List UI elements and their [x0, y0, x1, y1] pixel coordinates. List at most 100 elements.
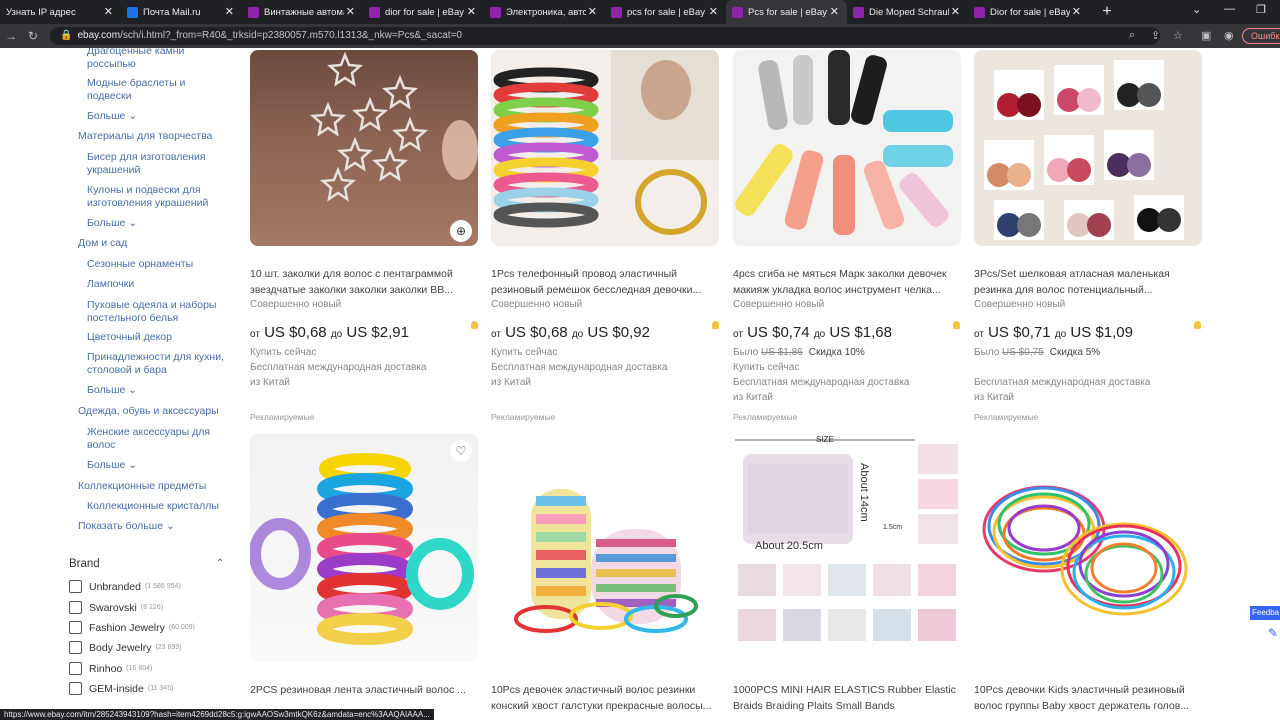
buy-now-label: Купить сейчас	[733, 362, 800, 373]
product-title[interactable]: 4pcs сгиба не мяться Марк заколки девоче…	[733, 266, 965, 298]
category-more-link[interactable]: Больше ⌄	[87, 459, 227, 472]
bookmark-star-icon[interactable]: ☆	[1173, 29, 1183, 42]
product-title[interactable]: 3Pcs/Set шелковая атласная маленькая рез…	[974, 266, 1206, 298]
browser-tab[interactable]: dior for sale | eBay ✕	[363, 0, 484, 24]
browser-tab[interactable]: Винтажные автоматы✕	[242, 0, 363, 24]
category-link[interactable]: Драгоценные камни россыпью	[87, 48, 227, 71]
forward-icon[interactable]: →	[0, 29, 22, 43]
product-image[interactable]	[250, 434, 478, 662]
about-width-label: About 20.5cm	[755, 540, 823, 552]
browser-tab[interactable]: Узнать IP адрес ✕	[0, 0, 121, 24]
category-link[interactable]: Женские аксессуары для волос	[87, 426, 222, 452]
error-button[interactable]: Ошибка	[1242, 28, 1280, 44]
browser-tab[interactable]: Pcs for sale | eBay ✕	[726, 0, 847, 24]
lightbulb-icon[interactable]	[1194, 321, 1201, 329]
category-link[interactable]: Пуховые одеяла и наборы постельного бель…	[87, 299, 227, 325]
lightbulb-icon[interactable]	[712, 321, 719, 329]
show-more-link[interactable]: Показать больше ⌄	[78, 520, 218, 533]
origin-label: из Китай	[974, 392, 1014, 403]
category-link[interactable]: Коллекционные предметы	[78, 480, 218, 493]
mini-elastics-image: SIZE About 14cm About 20.5cm 1.5cm	[735, 435, 958, 641]
share-icon[interactable]: ⇪	[1151, 29, 1160, 42]
brand-option[interactable]: Swarovski (6 226)	[69, 601, 163, 614]
category-link[interactable]: Кулоны и подвески для изготовления украш…	[87, 184, 217, 210]
brand-option[interactable]: Rinhoo (16 804)	[69, 662, 152, 675]
category-link[interactable]: Одежда, обувь и аксессуары	[78, 405, 233, 418]
lightbulb-icon[interactable]	[471, 321, 478, 329]
brand-count: (23 699)	[155, 644, 182, 651]
close-icon[interactable]: ✕	[709, 5, 718, 18]
product-price: от US $0,74 до US $1,68	[733, 324, 892, 341]
heart-icon[interactable]: ♡	[450, 440, 472, 462]
product-title[interactable]: 10 шт. заколки для волос с пентаграммой …	[250, 266, 482, 298]
origin-label: из Китай	[491, 377, 531, 388]
product-image[interactable]	[733, 50, 961, 246]
tab-title: Pcs for sale | eBay	[748, 6, 828, 18]
brand-filter-title[interactable]: Brand	[69, 558, 100, 570]
close-icon[interactable]: ✕	[346, 5, 355, 18]
reload-icon[interactable]: ↻	[22, 29, 44, 43]
product-title[interactable]: 1Pcs телефонный провод эластичный резино…	[491, 266, 723, 298]
close-icon[interactable]: ✕	[467, 5, 476, 18]
url-field[interactable]: 🔒 ebay.com/sch/i.html?_from=R40&_trksid=p…	[50, 27, 1160, 45]
checkbox[interactable]	[69, 662, 82, 675]
checkbox[interactable]	[69, 621, 82, 634]
product-image[interactable]	[974, 434, 1202, 662]
brand-option[interactable]: Unbranded (1 586 954)	[69, 580, 181, 593]
feedback-icon[interactable]: ✎	[1268, 626, 1278, 640]
close-icon[interactable]: ✕	[830, 5, 839, 18]
new-tab-button[interactable]: +	[1097, 3, 1117, 21]
browser-tab[interactable]: Die Moped Schrauber✕	[847, 0, 968, 24]
brand-option[interactable]: Body Jewelry (23 699)	[69, 641, 182, 654]
close-icon[interactable]: ✕	[1072, 5, 1081, 18]
category-link[interactable]: Дом и сад	[78, 237, 218, 250]
category-link[interactable]: Модные браслеты и подвески	[87, 77, 227, 103]
checkbox[interactable]	[69, 601, 82, 614]
brand-option[interactable]: GEM-inside (11 345)	[69, 682, 173, 695]
checkbox[interactable]	[69, 682, 82, 695]
brand-option[interactable]: Fashion Jewelry (60 009)	[69, 621, 195, 634]
product-title[interactable]: 2PCS резиновая лента эластичный волос ..…	[250, 682, 482, 698]
close-icon[interactable]: ✕	[588, 5, 597, 18]
minimize-icon[interactable]: —	[1224, 3, 1235, 15]
product-image[interactable]: SIZE About 14cm About 20.5cm 1.5cm	[733, 434, 961, 662]
maximize-icon[interactable]: ❐	[1256, 3, 1266, 16]
close-icon[interactable]: ✕	[225, 5, 234, 18]
product-image[interactable]	[491, 50, 719, 246]
checkbox[interactable]	[69, 580, 82, 593]
product-title[interactable]: 10Pcs девочек эластичный волос резинки к…	[491, 682, 723, 714]
product-title[interactable]: 1000PCS MINI HAIR ELASTICS Rubber Elasti…	[733, 682, 965, 714]
browser-tab[interactable]: pcs for sale | eBay ✕	[605, 0, 726, 24]
origin-label: из Китай	[733, 392, 773, 403]
product-image[interactable]	[974, 50, 1202, 246]
category-more-link[interactable]: Больше ⌄	[87, 384, 227, 397]
product-image[interactable]	[491, 434, 719, 662]
zoom-icon[interactable]: ⊕	[450, 220, 472, 242]
sidebar-icon[interactable]: ▣	[1201, 29, 1211, 42]
category-link[interactable]: Цветочный декор	[87, 331, 227, 344]
feedback-button[interactable]: Feedba	[1250, 606, 1280, 620]
profile-icon[interactable]: ◉	[1224, 29, 1234, 42]
category-more-link[interactable]: Больше ⌄	[87, 217, 227, 230]
browser-tab[interactable]: Электроника, автомо✕	[484, 0, 605, 24]
category-link[interactable]: Сезонные орнаменты	[87, 258, 227, 271]
category-more-link[interactable]: Больше ⌄	[87, 110, 227, 123]
browser-tab[interactable]: Почта Mail.ru ✕	[121, 0, 242, 24]
colorful-elastics-image	[982, 485, 1188, 616]
zoom-icon[interactable]: ⌕	[1129, 29, 1135, 42]
product-title[interactable]: 10Pcs девочки Kids эластичный резиновый …	[974, 682, 1206, 714]
category-link[interactable]: Бисер для изготовления украшений	[87, 151, 217, 177]
category-link[interactable]: Коллекционные кристаллы	[87, 500, 227, 513]
category-link[interactable]: Принадлежности для кухни, столовой и бар…	[87, 351, 232, 377]
product-image[interactable]	[250, 50, 478, 246]
category-link[interactable]: Лампочки	[87, 278, 227, 291]
checkbox[interactable]	[69, 641, 82, 654]
close-icon[interactable]: ✕	[104, 5, 113, 18]
hair-clips-image	[735, 50, 953, 235]
close-icon[interactable]: ✕	[951, 5, 960, 18]
category-link[interactable]: Материалы для творчества	[78, 130, 228, 143]
browser-tab[interactable]: Dior for sale | eBay ✕	[968, 0, 1089, 24]
lightbulb-icon[interactable]	[953, 321, 960, 329]
chevron-up-icon[interactable]: ⌃	[216, 558, 224, 569]
tab-search-icon[interactable]: ⌄	[1192, 3, 1201, 16]
